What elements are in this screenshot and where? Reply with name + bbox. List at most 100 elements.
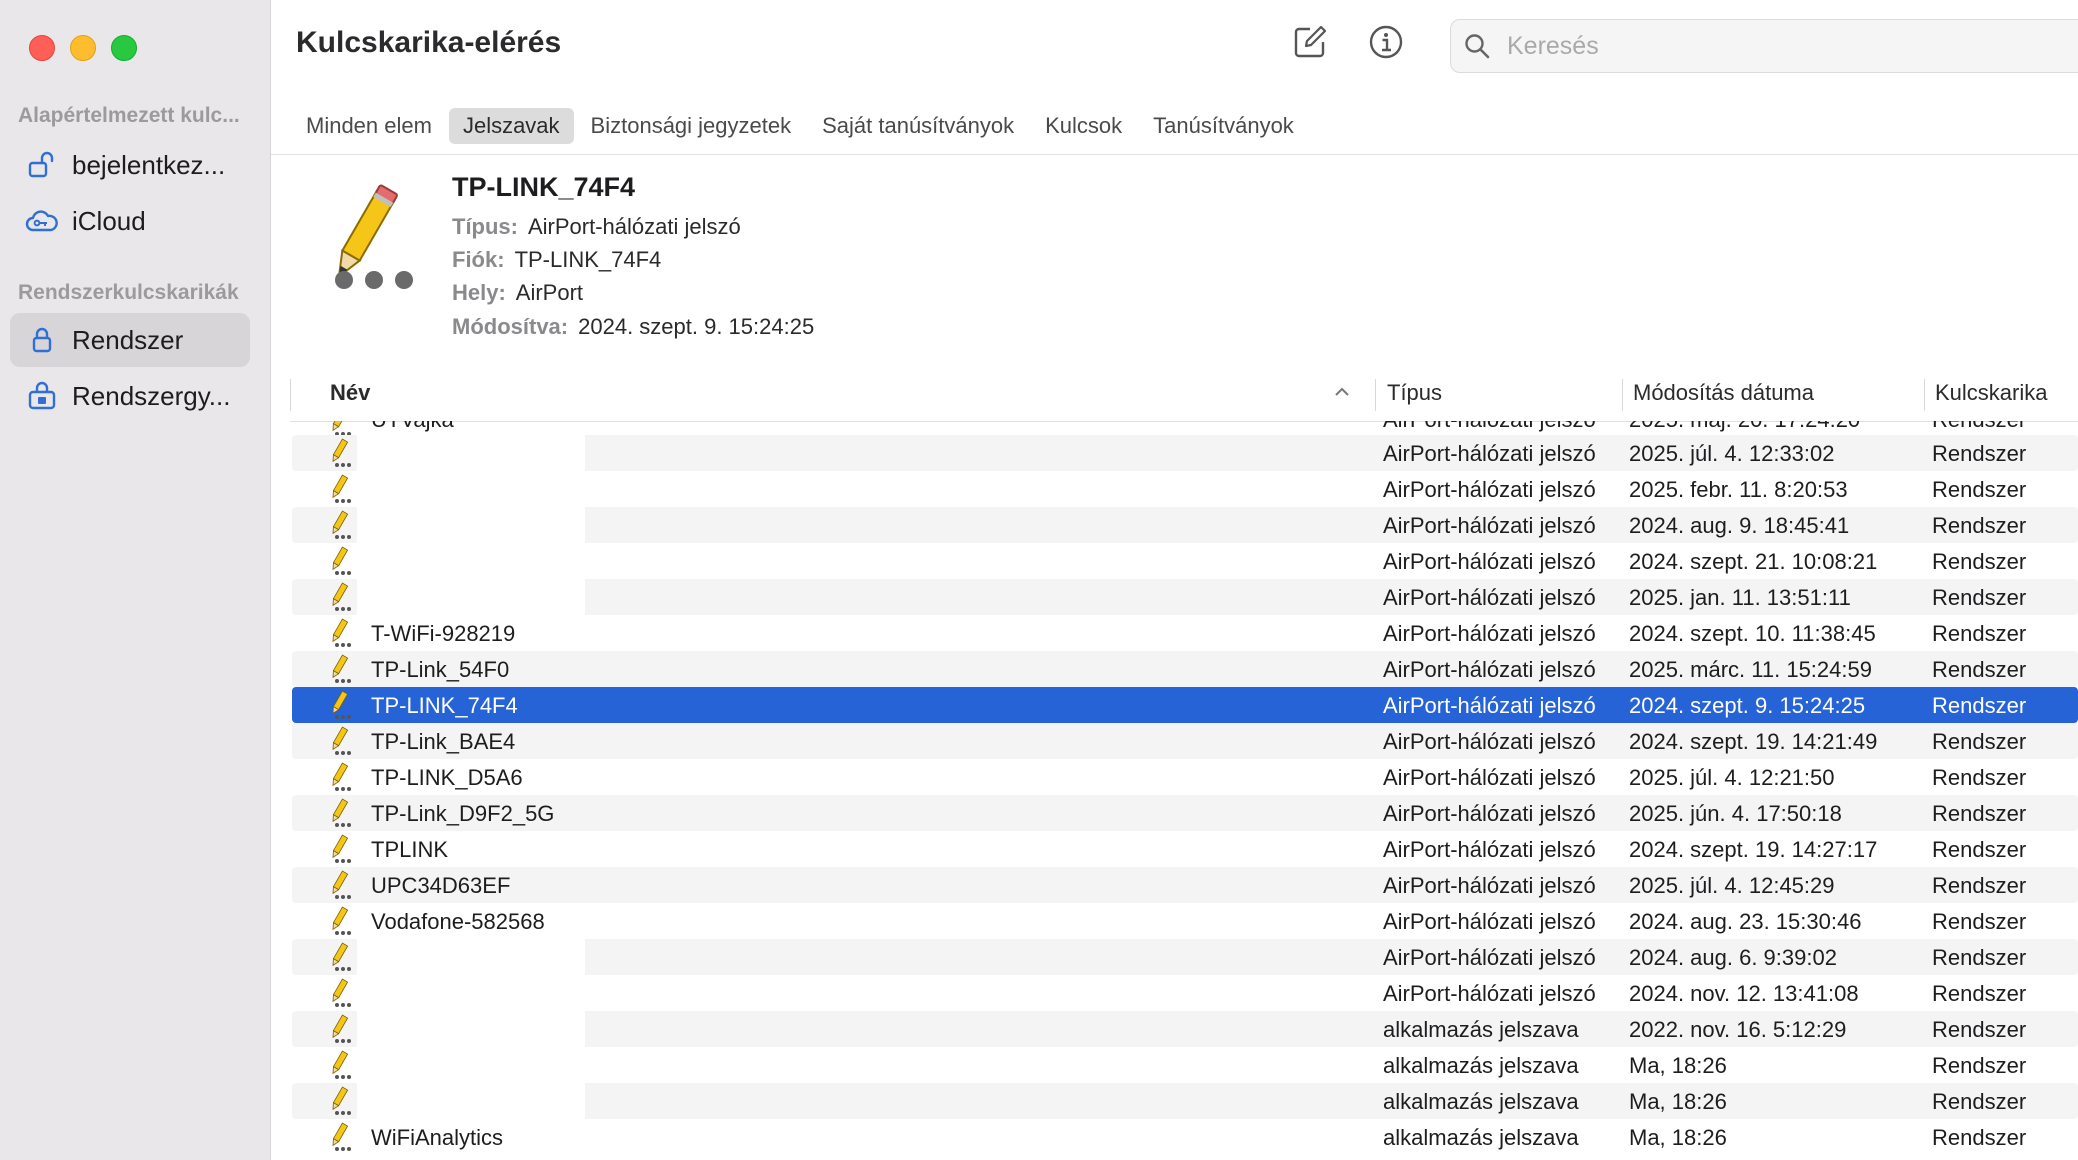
column-header-name[interactable]: Név (330, 373, 370, 421)
table-row[interactable]: AirPort-hálózati jelszó 2025. febr. 11. 8… (292, 471, 2078, 507)
search-icon (1463, 32, 1491, 60)
detail-type-value: AirPort-hálózati jelszó (528, 214, 741, 239)
password-item-icon (324, 870, 354, 900)
table-row[interactable]: TPLINK AirPort-hálózati jelszó 2024. szept… (292, 831, 2078, 867)
sidebar-item-label: iCloud (72, 205, 146, 236)
table-row[interactable]: AirPort-hálózati jelszó 2024. szept. 21. … (292, 543, 2078, 579)
column-divider (290, 379, 291, 411)
column-divider[interactable] (1375, 379, 1376, 411)
table-row[interactable]: AirPort-hálózati jelszó 2025. júl. 4. 12:… (292, 435, 2078, 471)
lock-icon (25, 323, 59, 357)
info-button[interactable] (1366, 24, 1406, 64)
sidebar-item-system-roots[interactable]: Rendszergy... (10, 369, 250, 423)
tab-my-certificates[interactable]: Saját tanúsítványok (808, 108, 1028, 144)
cell-modified: 2025. febr. 11. 8:20:53 (1629, 477, 1848, 502)
detail-item-name: TP-LINK_74F4 (452, 172, 636, 202)
table-row[interactable]: AirPort-hálózati jelszó 2024. aug. 6. 9:3… (292, 939, 2078, 975)
cell-modified: 2024. szept. 19. 14:21:49 (1629, 729, 1878, 754)
password-item-icon (324, 421, 354, 435)
cell-keychain: Rendszer (1932, 909, 2027, 934)
table-row[interactable]: TP-LINK_D5A6 AirPort-hálózati jelszó 2025.… (292, 759, 2078, 795)
cell-name: UPC34D63EF (371, 873, 511, 898)
redacted-name (357, 579, 585, 615)
column-divider[interactable] (1622, 379, 1623, 411)
sidebar-item-icloud[interactable]: iCloud (10, 194, 250, 248)
column-header-keychain[interactable]: Kulcskarika (1935, 373, 2047, 421)
tab-keys[interactable]: Kulcsok (1031, 108, 1136, 144)
tab-certificates[interactable]: Tanúsítványok (1139, 108, 1308, 144)
password-item-icon (324, 978, 354, 1008)
cell-type: alkalmazás jelszava (1383, 1053, 1579, 1078)
cell-type: AirPort-hálózati jelszó (1383, 621, 1596, 646)
table-row[interactable]: alkalmazás jelszava Ma, 18:26 Rendszer (292, 1047, 2078, 1083)
table-row[interactable]: alkalmazás jelszava Ma, 18:26 Rendszer (292, 1083, 2078, 1119)
cell-keychain: Rendszer (1932, 693, 2027, 718)
detail-type-row: Típus: AirPort-hálózati jelszó (452, 214, 741, 240)
cell-type: alkalmazás jelszava (1383, 1089, 1579, 1114)
table-row[interactable]: T-WiFi-928219 AirPort-hálózati jelszó 2024… (292, 615, 2078, 651)
redacted-name (357, 543, 585, 579)
cell-modified: 2024. szept. 19. 14:27:17 (1629, 837, 1878, 862)
password-item-icon (324, 1122, 354, 1152)
info-icon (1368, 24, 1404, 65)
cell-type: AirPort-hálózati jelszó (1383, 765, 1596, 790)
sort-ascending-icon (1333, 385, 1351, 404)
zoom-window-button[interactable] (111, 35, 137, 61)
password-item-icon (324, 510, 354, 540)
tab-all-items[interactable]: Minden elem (292, 108, 446, 144)
search-input[interactable] (1505, 30, 2069, 62)
column-divider[interactable] (1924, 379, 1925, 411)
sidebar-item-login[interactable]: bejelentkez... (10, 138, 250, 192)
password-item-icon (324, 798, 354, 828)
column-header-modified[interactable]: Módosítás dátuma (1633, 373, 1814, 421)
sidebar-section-system-keychains: Rendszerkulcskarikák (18, 281, 239, 304)
detail-account-value: TP-LINK_74F4 (514, 247, 662, 272)
password-pencil-icon (300, 180, 420, 300)
cell-name: T-WiFi-928219 (371, 621, 516, 646)
table-row[interactable]: TP-LINK_74F4 AirPort-hálózati jelszó 2024.… (292, 687, 2078, 723)
cell-keychain: Rendszer (1932, 873, 2027, 898)
cell-name: Vodafone-582568 (371, 909, 545, 934)
cell-type: AirPort-hálózati jelszó (1383, 873, 1596, 898)
compose-icon (1292, 24, 1328, 65)
cell-type: AirPort-hálózati jelszó (1383, 477, 1596, 502)
tab-passwords[interactable]: Jelszavak (448, 108, 574, 144)
column-header-type[interactable]: Típus (1387, 373, 1442, 421)
tab-secure-notes[interactable]: Biztonsági jegyzetek (577, 108, 806, 144)
redacted-name (357, 975, 585, 1011)
table-row[interactable]: alkalmazás jelszava 2022. nov. 16. 5:12:2… (292, 1011, 2078, 1047)
cell-type: AirPort-hálózati jelszó (1383, 837, 1596, 862)
cell-type: AirPort-hálózati jelszó (1383, 421, 1596, 433)
redacted-name (357, 1011, 585, 1047)
cell-type: AirPort-hálózati jelszó (1383, 585, 1596, 610)
search-field[interactable] (1450, 19, 2078, 73)
table-row[interactable]: UTVajka AirPort-hálózati jelszó 2025. máj.… (292, 421, 2078, 435)
cell-modified: Ma, 18:26 (1629, 1089, 1727, 1114)
window-controls (29, 35, 137, 61)
table-row[interactable]: Vodafone-582568 AirPort-hálózati jelszó 20… (292, 903, 2078, 939)
detail-modified-row: Módosítva: 2024. szept. 9. 15:24:25 (452, 314, 814, 340)
table-row[interactable]: WiFiAnalytics alkalmazás jelszava Ma, 18:2… (292, 1119, 2078, 1155)
cell-keychain: Rendszer (1932, 1053, 2027, 1078)
cell-keychain: Rendszer (1932, 729, 2027, 754)
close-window-button[interactable] (29, 35, 55, 61)
cell-name: TP-LINK_74F4 (371, 693, 518, 718)
cell-keychain: Rendszer (1932, 657, 2027, 682)
table-row[interactable]: TP-Link_D9F2_5G AirPort-hálózati jelszó 20… (292, 795, 2078, 831)
table-row[interactable]: TP-Link_BAE4 AirPort-hálózati jelszó 2024.… (292, 723, 2078, 759)
new-item-button[interactable] (1290, 24, 1330, 64)
cell-type: AirPort-hálózati jelszó (1383, 945, 1596, 970)
cell-name: UTVajka (371, 421, 454, 433)
cell-keychain: Rendszer (1932, 981, 2027, 1006)
password-item-icon (324, 618, 354, 648)
cell-keychain: Rendszer (1932, 441, 2027, 466)
cell-keychain: Rendszer (1932, 549, 2027, 574)
minimize-window-button[interactable] (70, 35, 96, 61)
table-row[interactable]: AirPort-hálózati jelszó 2024. nov. 12. 13… (292, 975, 2078, 1011)
table-row[interactable]: AirPort-hálózati jelszó 2024. aug. 9. 18:… (292, 507, 2078, 543)
table-row[interactable]: TP-Link_54F0 AirPort-hálózati jelszó 2025.… (292, 651, 2078, 687)
sidebar-item-system[interactable]: Rendszer (10, 313, 250, 367)
table-row[interactable]: AirPort-hálózati jelszó 2025. jan. 11. 13… (292, 579, 2078, 615)
table-row[interactable]: UPC34D63EF AirPort-hálózati jelszó 2025. j… (292, 867, 2078, 903)
cell-modified: 2024. szept. 21. 10:08:21 (1629, 549, 1878, 574)
